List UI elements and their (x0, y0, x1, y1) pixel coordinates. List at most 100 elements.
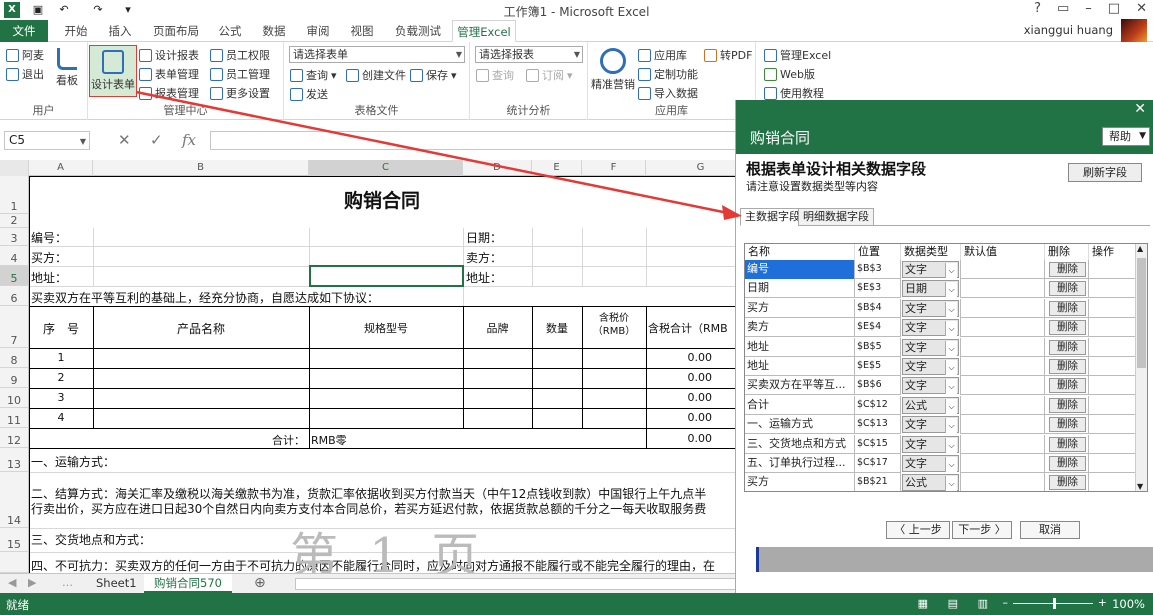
row-header[interactable]: 5 (0, 266, 29, 286)
field-type-select[interactable]: 文字 ⌵ (901, 454, 961, 473)
page-break-icon[interactable]: ▥ (978, 597, 988, 610)
delete-button[interactable]: 删除 (1049, 339, 1086, 355)
report-select-dropdown[interactable]: 请选择报表 ▼ (475, 46, 583, 63)
tab-load-test[interactable]: 负载测试 (387, 20, 449, 42)
panel-close-icon[interactable]: ✕ (1134, 101, 1146, 117)
grid-row[interactable]: 合计 $C$12 公式 ⌵ 删除 (745, 395, 1137, 415)
staff-manage-button[interactable]: 员工管理 (210, 65, 270, 83)
stats-query-button[interactable]: 查询 (476, 66, 514, 84)
normal-view-icon[interactable]: ▦ (918, 597, 928, 610)
kanban-button[interactable]: 看板 (52, 46, 82, 88)
sheet-tab-active[interactable]: 购销合同570 (144, 574, 232, 593)
row-header[interactable]: 6 (0, 286, 29, 306)
delete-button[interactable]: 删除 (1049, 300, 1086, 316)
tab-insert[interactable]: 插入 (100, 20, 140, 42)
grid-row[interactable]: 五、订单执行过程... $C$17 文字 ⌵ 删除 (745, 454, 1137, 473)
row-header[interactable]: 7 (0, 306, 29, 348)
delete-button[interactable]: 删除 (1049, 436, 1086, 452)
save-file-button[interactable]: 保存 ▾ (410, 66, 457, 84)
field-default[interactable] (961, 454, 1045, 473)
field-default[interactable] (961, 473, 1045, 491)
field-position[interactable]: $B$3 (855, 260, 901, 279)
close-button[interactable]: ✕ (1136, 1, 1147, 16)
field-name[interactable]: 地址 (745, 357, 855, 376)
field-name[interactable]: 日期 (745, 279, 855, 299)
grid-row[interactable]: 地址 $B$5 文字 ⌵ 删除 (745, 337, 1137, 357)
field-type-select[interactable]: 文字 ⌵ (901, 260, 961, 279)
field-default[interactable] (961, 318, 1045, 338)
field-action[interactable] (1089, 357, 1137, 376)
field-type-select[interactable]: 文字 ⌵ (901, 415, 961, 435)
grid-row[interactable]: 三、交货地点和方式 $C$15 文字 ⌵ 删除 (745, 434, 1137, 454)
field-action[interactable] (1089, 473, 1137, 491)
maximize-button[interactable]: □ (1108, 1, 1120, 16)
delete-button[interactable]: 删除 (1049, 359, 1086, 374)
zoom-in-icon[interactable]: + (1098, 596, 1107, 609)
field-action[interactable] (1089, 415, 1137, 435)
custom-function-button[interactable]: 定制功能 (638, 65, 698, 83)
row-header[interactable]: 8 (0, 348, 29, 368)
column-header[interactable]: C (309, 160, 463, 176)
field-action[interactable] (1089, 454, 1137, 473)
field-position[interactable]: $C$12 (855, 395, 901, 415)
column-header[interactable]: D (463, 160, 532, 176)
cancel-button[interactable]: 取消 (1020, 521, 1080, 539)
add-sheet-icon[interactable]: ⊕ (254, 575, 266, 591)
minimize-button[interactable]: – (1085, 1, 1092, 16)
tab-main-fields[interactable]: 主数据字段 (740, 208, 805, 226)
tab-detail-fields[interactable]: 明细数据字段 (798, 208, 874, 226)
help-button[interactable]: ? (1034, 1, 1041, 16)
sheet-tab[interactable]: Sheet1 (86, 574, 147, 593)
scroll-down-icon[interactable]: ▼ (1137, 482, 1143, 491)
cancel-icon[interactable]: ✕ (118, 131, 131, 149)
next-step-button[interactable]: 下一步 〉 (952, 521, 1012, 539)
logout-button[interactable]: 退出 (6, 65, 44, 83)
more-settings-button[interactable]: 更多设置 (210, 84, 270, 102)
delete-button[interactable]: 删除 (1049, 262, 1086, 277)
delete-button[interactable]: 删除 (1049, 417, 1086, 433)
field-position[interactable]: $E$5 (855, 357, 901, 376)
column-header[interactable]: E (532, 160, 582, 176)
row-header[interactable]: 2 (0, 214, 29, 228)
check-icon[interactable]: ✓ (150, 131, 163, 149)
grid-row[interactable]: 买方 $B$4 文字 ⌵ 删除 (745, 298, 1137, 318)
prev-sheet-icon[interactable]: ◀ (8, 576, 16, 589)
field-default[interactable] (961, 395, 1045, 415)
field-type-select[interactable]: 文字 ⌵ (901, 337, 961, 357)
help-dropdown[interactable]: 帮助 ▼ (1102, 127, 1150, 146)
delete-button[interactable]: 删除 (1049, 456, 1086, 471)
field-position[interactable]: $B$5 (855, 337, 901, 357)
field-type-select[interactable]: 公式 ⌵ (901, 473, 961, 491)
field-name[interactable]: 买方 (745, 473, 855, 491)
precision-marketing-button[interactable]: 精准营销 (590, 46, 636, 92)
form-manage-button[interactable]: 表单管理 (139, 65, 199, 83)
field-type-select[interactable]: 文字 ⌵ (901, 357, 961, 376)
field-action[interactable] (1089, 279, 1137, 299)
manage-excel-button[interactable]: 管理Excel (764, 46, 831, 64)
tab-file[interactable]: 文件 (0, 20, 48, 42)
worksheet[interactable]: A B C D E F G 1 2 3 4 5 6 7 8 9 10 11 12… (0, 160, 735, 573)
field-type-select[interactable]: 文字 ⌵ (901, 298, 961, 318)
avatar[interactable] (1121, 19, 1147, 43)
row-header[interactable]: 3 (0, 228, 29, 246)
column-header[interactable]: A (29, 160, 93, 176)
field-action[interactable] (1089, 376, 1137, 396)
field-default[interactable] (961, 298, 1045, 318)
field-type-select[interactable]: 文字 ⌵ (901, 376, 961, 396)
report-manage-button[interactable]: 报表管理 (139, 84, 199, 102)
grid-row[interactable]: 买方 $B$21 公式 ⌵ 删除 (745, 473, 1137, 491)
grid-row[interactable]: 编号 $B$3 文字 ⌵ 删除 (745, 260, 1137, 279)
tab-data[interactable]: 数据 (254, 20, 294, 42)
formula-input[interactable] (210, 131, 740, 150)
grid-row[interactable]: 一、运输方式 $C$13 文字 ⌵ 删除 (745, 415, 1137, 435)
row-header[interactable]: 13 (0, 448, 29, 472)
row-header[interactable]: 9 (0, 368, 29, 388)
delete-button[interactable]: 删除 (1049, 378, 1086, 394)
field-position[interactable]: $C$17 (855, 454, 901, 473)
tab-formulas[interactable]: 公式 (210, 20, 250, 42)
selected-cell-c5[interactable] (309, 265, 464, 287)
staff-permission-button[interactable]: 员工权限 (210, 46, 270, 64)
scroll-up-icon[interactable]: ▲ (1137, 244, 1143, 253)
field-name[interactable]: 一、运输方式 (745, 415, 855, 435)
column-header[interactable]: G (646, 160, 735, 176)
